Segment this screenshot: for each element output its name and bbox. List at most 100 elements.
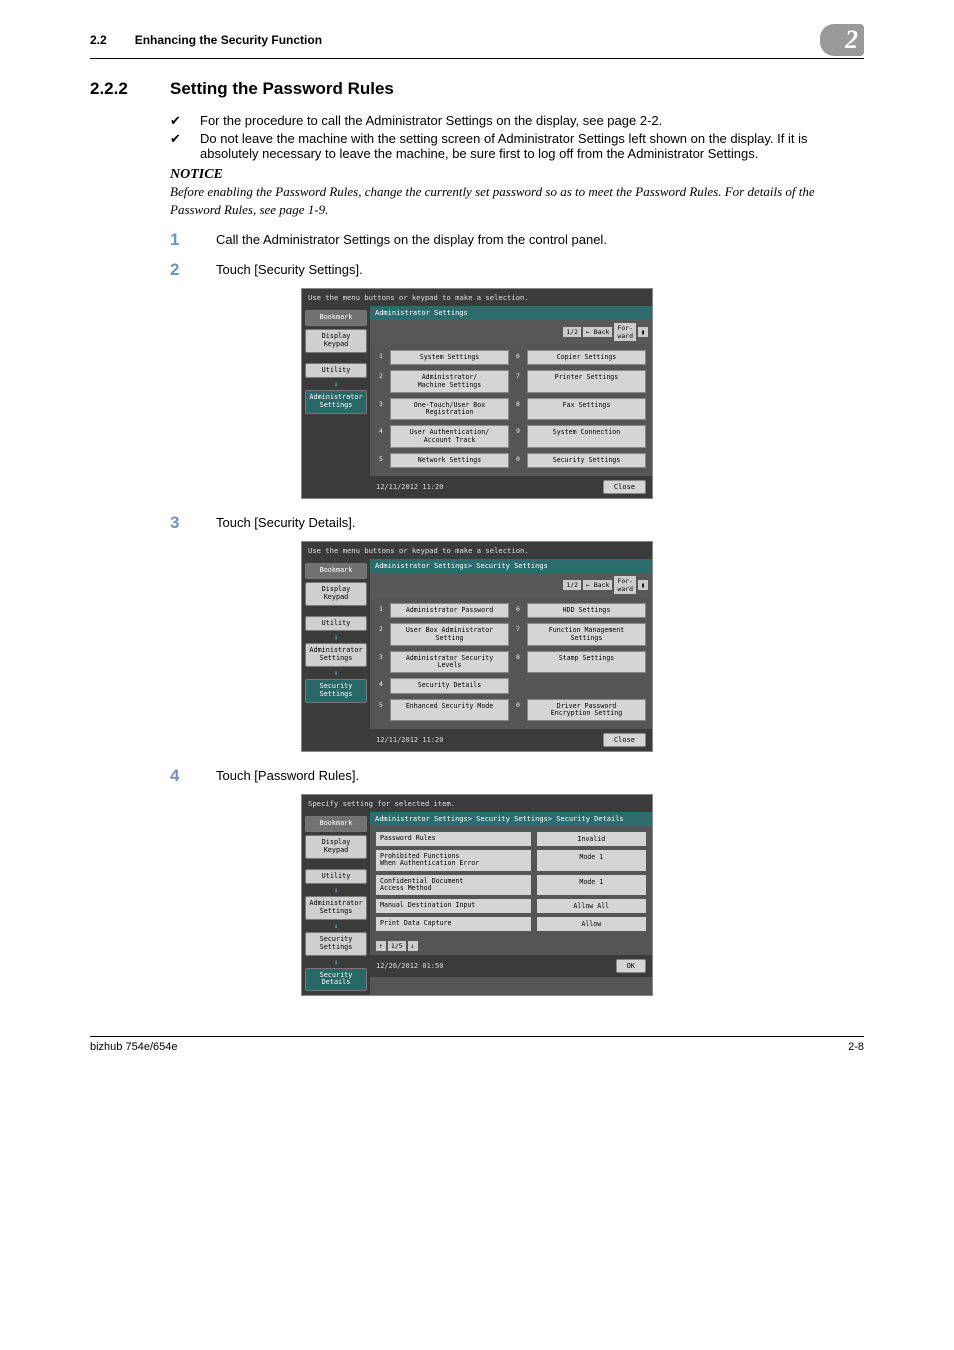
value-confidential-doc-access: Mode 1 bbox=[537, 875, 646, 896]
menu-onetouch-userbox[interactable]: One-Touch/User Box Registration bbox=[390, 398, 509, 421]
subsection-number: 2.2.2 bbox=[90, 79, 150, 99]
screenshot-security-settings: Use the menu buttons or keypad to make a… bbox=[301, 541, 653, 752]
security-settings-button[interactable]: Security Settings bbox=[305, 679, 367, 703]
step-row: 2 Touch [Security Settings]. bbox=[170, 260, 864, 280]
menu-printer-settings[interactable]: Printer Settings bbox=[527, 370, 646, 393]
menu-grid: 1System Settings 6Copier Settings 2Admin… bbox=[370, 344, 652, 476]
bullet-text: Do not leave the machine with the settin… bbox=[200, 131, 864, 161]
step-text: Touch [Security Settings]. bbox=[216, 260, 363, 280]
menu-userbox-admin-setting[interactable]: User Box Administrator Setting bbox=[390, 623, 509, 646]
header-section-no: 2.2 bbox=[90, 33, 107, 47]
value-prohibited-functions: Mode 1 bbox=[537, 850, 646, 871]
ok-button[interactable]: OK bbox=[616, 959, 646, 973]
timestamp: 12/11/2012 11:20 bbox=[376, 483, 443, 491]
forward-button[interactable]: For- ward bbox=[614, 576, 636, 594]
pager: 1/2 ← Back For- ward ▮ bbox=[370, 573, 652, 597]
shot-instruction: Specify setting for selected item. bbox=[302, 795, 652, 812]
bookmark-toggle-icon[interactable]: ▮ bbox=[638, 580, 648, 590]
display-keypad-button[interactable]: Display Keypad bbox=[305, 329, 367, 353]
chapter-badge: 2 bbox=[820, 24, 864, 56]
step-row: 4 Touch [Password Rules]. bbox=[170, 766, 864, 786]
arrow-down-icon: ↓ bbox=[305, 887, 367, 893]
page-up-button[interactable]: ↑ bbox=[376, 941, 386, 951]
display-keypad-button[interactable]: Display Keypad bbox=[305, 582, 367, 606]
back-button[interactable]: ← Back bbox=[583, 580, 612, 590]
mini-pager: ↑ 1/5 ↓ bbox=[370, 937, 652, 955]
forward-button[interactable]: For- ward bbox=[614, 323, 636, 341]
step-text: Touch [Security Details]. bbox=[216, 513, 355, 533]
subsection-title: Setting the Password Rules bbox=[170, 79, 394, 99]
pager: 1/2 ← Back For- ward ▮ bbox=[370, 320, 652, 344]
breadcrumb: Administrator Settings bbox=[370, 306, 652, 320]
menu-admin-security-levels[interactable]: Administrator Security Levels bbox=[390, 651, 509, 674]
page-header: 2.2 Enhancing the Security Function 2 bbox=[90, 24, 864, 59]
display-keypad-button[interactable]: Display Keypad bbox=[305, 835, 367, 859]
bullet-item: ✔ For the procedure to call the Administ… bbox=[170, 113, 864, 129]
screenshot-admin-settings: Use the menu buttons or keypad to make a… bbox=[301, 288, 653, 499]
step-number: 3 bbox=[170, 513, 186, 533]
value-print-data-capture: Allow bbox=[537, 917, 646, 931]
menu-network-settings[interactable]: Network Settings bbox=[390, 453, 509, 468]
administrator-settings-button[interactable]: Administrator Settings bbox=[305, 896, 367, 920]
notice-label: NOTICE bbox=[170, 167, 864, 183]
page-down-button[interactable]: ↓ bbox=[408, 941, 418, 951]
menu-copier-settings[interactable]: Copier Settings bbox=[527, 350, 646, 365]
menu-fax-settings[interactable]: Fax Settings bbox=[527, 398, 646, 421]
menu-driver-password-encryption[interactable]: Driver Password Encryption Setting bbox=[527, 699, 646, 722]
notice-text: Before enabling the Password Rules, chan… bbox=[170, 183, 864, 218]
bookmark-button[interactable]: Bookmark bbox=[305, 310, 367, 326]
menu-system-settings[interactable]: System Settings bbox=[390, 350, 509, 365]
menu-hdd-settings[interactable]: HDD Settings bbox=[527, 603, 646, 618]
breadcrumb: Administrator Settings> Security Setting… bbox=[370, 812, 652, 826]
security-settings-button[interactable]: Security Settings bbox=[305, 932, 367, 956]
menu-admin-password[interactable]: Administrator Password bbox=[390, 603, 509, 618]
page-indicator: 1/2 bbox=[563, 327, 581, 337]
subsection-heading: 2.2.2 Setting the Password Rules bbox=[90, 79, 864, 99]
header-section-title: Enhancing the Security Function bbox=[135, 33, 322, 47]
page-indicator: 1/2 bbox=[563, 580, 581, 590]
menu-enhanced-security-mode[interactable]: Enhanced Security Mode bbox=[390, 699, 509, 722]
administrator-settings-button[interactable]: Administrator Settings bbox=[305, 643, 367, 667]
shot-instruction: Use the menu buttons or keypad to make a… bbox=[302, 542, 652, 559]
settings-list: Password Rules Invalid Prohibited Functio… bbox=[370, 826, 652, 937]
close-button[interactable]: Close bbox=[603, 480, 646, 494]
administrator-settings-button[interactable]: Administrator Settings bbox=[305, 390, 367, 414]
step-number: 2 bbox=[170, 260, 186, 280]
menu-stamp-settings[interactable]: Stamp Settings bbox=[527, 651, 646, 674]
step-text: Call the Administrator Settings on the d… bbox=[216, 230, 607, 250]
value-manual-destination-input: Allow All bbox=[537, 899, 646, 913]
menu-system-connection[interactable]: System Connection bbox=[527, 425, 646, 448]
utility-button[interactable]: Utility bbox=[305, 363, 367, 379]
row-prohibited-functions[interactable]: Prohibited Functions When Authentication… bbox=[376, 850, 531, 871]
menu-function-management[interactable]: Function Management Settings bbox=[527, 623, 646, 646]
security-details-button[interactable]: Security Details bbox=[305, 968, 367, 992]
check-icon: ✔ bbox=[170, 131, 182, 161]
menu-user-auth-account-track[interactable]: User Authentication/ Account Track bbox=[390, 425, 509, 448]
step-text: Touch [Password Rules]. bbox=[216, 766, 359, 786]
value-password-rules: Invalid bbox=[537, 832, 646, 846]
arrow-down-icon: ↓ bbox=[305, 381, 367, 387]
menu-admin-machine-settings[interactable]: Administrator/ Machine Settings bbox=[390, 370, 509, 393]
breadcrumb: Administrator Settings> Security Setting… bbox=[370, 559, 652, 573]
menu-security-details[interactable]: Security Details bbox=[390, 678, 509, 693]
bookmark-button[interactable]: Bookmark bbox=[305, 563, 367, 579]
arrow-down-icon: ↓ bbox=[305, 959, 367, 965]
step-row: 1 Call the Administrator Settings on the… bbox=[170, 230, 864, 250]
utility-button[interactable]: Utility bbox=[305, 616, 367, 632]
bullet-item: ✔ Do not leave the machine with the sett… bbox=[170, 131, 864, 161]
page-footer: bizhub 754e/654e 2-8 bbox=[90, 1036, 864, 1053]
menu-security-settings[interactable]: Security Settings bbox=[527, 453, 646, 468]
row-print-data-capture[interactable]: Print Data Capture bbox=[376, 917, 531, 931]
close-button[interactable]: Close bbox=[603, 733, 646, 747]
footer-model: bizhub 754e/654e bbox=[90, 1041, 177, 1053]
row-password-rules[interactable]: Password Rules bbox=[376, 832, 531, 846]
back-button[interactable]: ← Back bbox=[583, 327, 612, 337]
row-confidential-doc-access[interactable]: Confidential Document Access Method bbox=[376, 875, 531, 896]
bookmark-toggle-icon[interactable]: ▮ bbox=[638, 327, 648, 337]
row-manual-destination-input[interactable]: Manual Destination Input bbox=[376, 899, 531, 913]
step-number: 4 bbox=[170, 766, 186, 786]
page-indicator: 1/5 bbox=[388, 941, 406, 951]
timestamp: 12/11/2012 11:20 bbox=[376, 736, 443, 744]
bookmark-button[interactable]: Bookmark bbox=[305, 816, 367, 832]
utility-button[interactable]: Utility bbox=[305, 869, 367, 885]
